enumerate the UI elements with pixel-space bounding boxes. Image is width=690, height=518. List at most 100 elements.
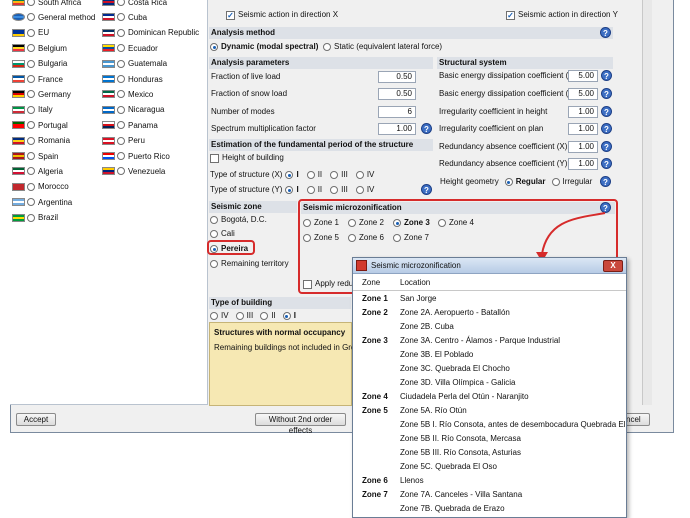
country-item[interactable]: Dominican Republic	[102, 27, 199, 39]
vertical-scrollbar[interactable]	[642, 0, 652, 405]
without-2nd-order-button[interactable]: Without 2nd order effects	[255, 413, 346, 435]
structure-type-radio[interactable]	[355, 171, 364, 179]
structure-type-radio[interactable]	[285, 171, 294, 179]
help-icon[interactable]: ?	[421, 184, 432, 195]
country-radio[interactable]	[27, 121, 35, 130]
microzone-radio[interactable]	[303, 219, 311, 227]
structure-type-option[interactable]: I	[285, 184, 299, 196]
building-type-option[interactable]: II	[260, 310, 276, 322]
seismic-zone-radio[interactable]	[210, 230, 218, 238]
height-of-building-checkbox[interactable]	[210, 153, 219, 163]
irregular-radio[interactable]	[551, 178, 560, 186]
structure-type-option[interactable]: III	[330, 169, 348, 181]
accept-button[interactable]: Accept	[16, 413, 56, 426]
country-radio[interactable]	[27, 75, 35, 83]
microzone-radio[interactable]	[393, 219, 401, 227]
microzone-option[interactable]: Zone 4	[438, 217, 474, 229]
microzone-option[interactable]: Zone 2	[348, 217, 384, 229]
country-item[interactable]: Ecuador	[102, 42, 158, 54]
country-item[interactable]: Venezuela	[102, 165, 165, 177]
country-radio[interactable]	[117, 121, 125, 130]
structure-type-option[interactable]: II	[306, 169, 322, 181]
country-item[interactable]: Morocco	[12, 181, 69, 193]
country-radio[interactable]	[117, 167, 125, 176]
country-radio[interactable]	[27, 136, 35, 145]
building-type-option[interactable]: I	[282, 310, 296, 322]
structure-type-radio[interactable]	[330, 171, 339, 179]
static-method-option[interactable]: Static (equivalent lateral force)	[323, 41, 442, 53]
structure-type-radio[interactable]	[330, 186, 339, 194]
coefficient-input[interactable]: 1.00	[568, 106, 598, 118]
help-icon[interactable]: ?	[601, 70, 612, 81]
seismic-zone-option[interactable]: Cali	[210, 228, 235, 240]
building-type-radio[interactable]	[260, 312, 269, 320]
dynamic-radio[interactable]	[210, 43, 218, 51]
country-radio[interactable]	[27, 152, 35, 160]
microzone-option[interactable]: Zone 5	[303, 232, 339, 244]
country-radio[interactable]	[117, 105, 125, 114]
country-item[interactable]: Honduras	[102, 73, 163, 85]
country-radio[interactable]	[27, 105, 35, 114]
country-item[interactable]: Italy	[12, 104, 53, 116]
microzone-option[interactable]: Zone 1	[303, 217, 339, 229]
country-radio[interactable]	[117, 44, 125, 53]
country-radio[interactable]	[117, 28, 125, 37]
structure-type-option[interactable]: II	[306, 184, 322, 196]
microzone-radio[interactable]	[303, 234, 311, 242]
microzone-radio[interactable]	[393, 234, 401, 242]
country-radio[interactable]	[27, 182, 35, 191]
country-radio[interactable]	[27, 90, 35, 99]
country-item[interactable]: Bulgaria	[12, 58, 67, 70]
structure-type-radio[interactable]	[306, 171, 315, 179]
help-icon[interactable]: ?	[421, 123, 432, 134]
country-radio[interactable]	[27, 28, 35, 37]
coefficient-input[interactable]: 1.00	[568, 158, 598, 170]
country-radio[interactable]	[117, 152, 125, 160]
country-item[interactable]: Belgium	[12, 42, 67, 54]
country-item[interactable]: General method	[12, 11, 95, 23]
microzone-radio[interactable]	[438, 219, 446, 227]
country-radio[interactable]	[117, 0, 125, 6]
country-item[interactable]: Algeria	[12, 165, 63, 177]
building-type-radio[interactable]	[235, 312, 244, 320]
close-button[interactable]: X	[603, 260, 623, 272]
building-type-option[interactable]: IV	[210, 310, 229, 322]
structure-type-option[interactable]: I	[285, 169, 299, 181]
help-icon[interactable]: ?	[601, 106, 612, 117]
country-radio[interactable]	[117, 136, 125, 145]
static-radio[interactable]	[323, 43, 331, 51]
country-item[interactable]: Brazil	[12, 212, 58, 224]
country-radio[interactable]	[27, 13, 35, 22]
coefficient-input[interactable]: 1.00	[568, 141, 598, 153]
seismic-x-checkbox[interactable]: ✓	[226, 10, 235, 20]
apply-reduction-checkbox[interactable]	[303, 279, 312, 289]
country-item[interactable]: Spain	[12, 150, 58, 162]
dynamic-method-option[interactable]: Dynamic (modal spectral)	[210, 41, 318, 53]
structure-type-radio[interactable]	[355, 186, 364, 194]
structure-type-option[interactable]: IV	[355, 169, 374, 181]
seismic-zone-radio[interactable]	[210, 216, 218, 224]
country-item[interactable]: Peru	[102, 135, 145, 147]
country-item[interactable]: Cuba	[102, 11, 147, 23]
country-radio[interactable]	[27, 44, 35, 53]
building-type-radio[interactable]	[210, 312, 218, 320]
country-item[interactable]: Costa Rica	[102, 0, 167, 8]
help-icon[interactable]: ?	[600, 27, 611, 38]
building-type-radio[interactable]	[282, 312, 291, 320]
microzone-option[interactable]: Zone 3	[393, 217, 430, 229]
parameter-input[interactable]: 0.50	[378, 88, 416, 100]
seismic-zone-radio[interactable]	[210, 260, 218, 268]
country-radio[interactable]	[27, 0, 35, 6]
country-item[interactable]: Germany	[12, 88, 71, 100]
seismic-y-option[interactable]: ✓ Seismic action in direction Y	[506, 9, 618, 21]
country-radio[interactable]	[117, 13, 125, 22]
seismic-zone-option[interactable]: Remaining territory	[210, 258, 289, 270]
help-icon[interactable]: ?	[601, 88, 612, 99]
country-item[interactable]: Mexico	[102, 88, 153, 100]
coefficient-input[interactable]: 5.00	[568, 70, 598, 82]
country-radio[interactable]	[27, 167, 35, 176]
help-icon[interactable]: ?	[600, 176, 611, 187]
structure-type-radio[interactable]	[306, 186, 315, 194]
parameter-input[interactable]: 0.50	[378, 71, 416, 83]
structure-type-radio[interactable]	[285, 186, 294, 194]
